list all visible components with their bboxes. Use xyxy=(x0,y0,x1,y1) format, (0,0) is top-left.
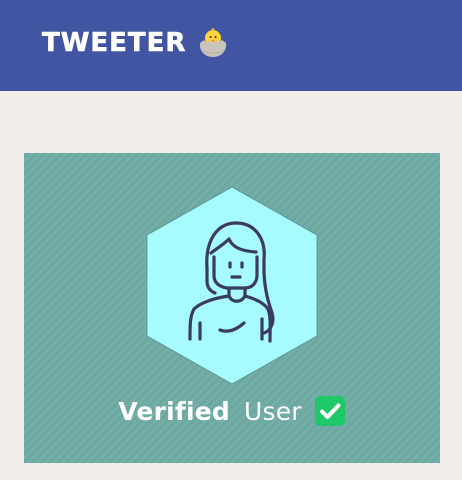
brand[interactable]: TWEETER xyxy=(42,26,230,58)
app-title: TWEETER xyxy=(42,27,187,58)
app-header: TWEETER xyxy=(0,0,462,91)
verified-word: Verified xyxy=(118,396,230,426)
verified-label-row: Verified User xyxy=(24,393,440,429)
user-word: User xyxy=(243,396,302,426)
hatching-chick-icon xyxy=(196,26,230,58)
checkmark-icon xyxy=(314,395,346,427)
verified-user-card: Verified User xyxy=(24,153,440,463)
hexagon-shape xyxy=(146,186,318,385)
